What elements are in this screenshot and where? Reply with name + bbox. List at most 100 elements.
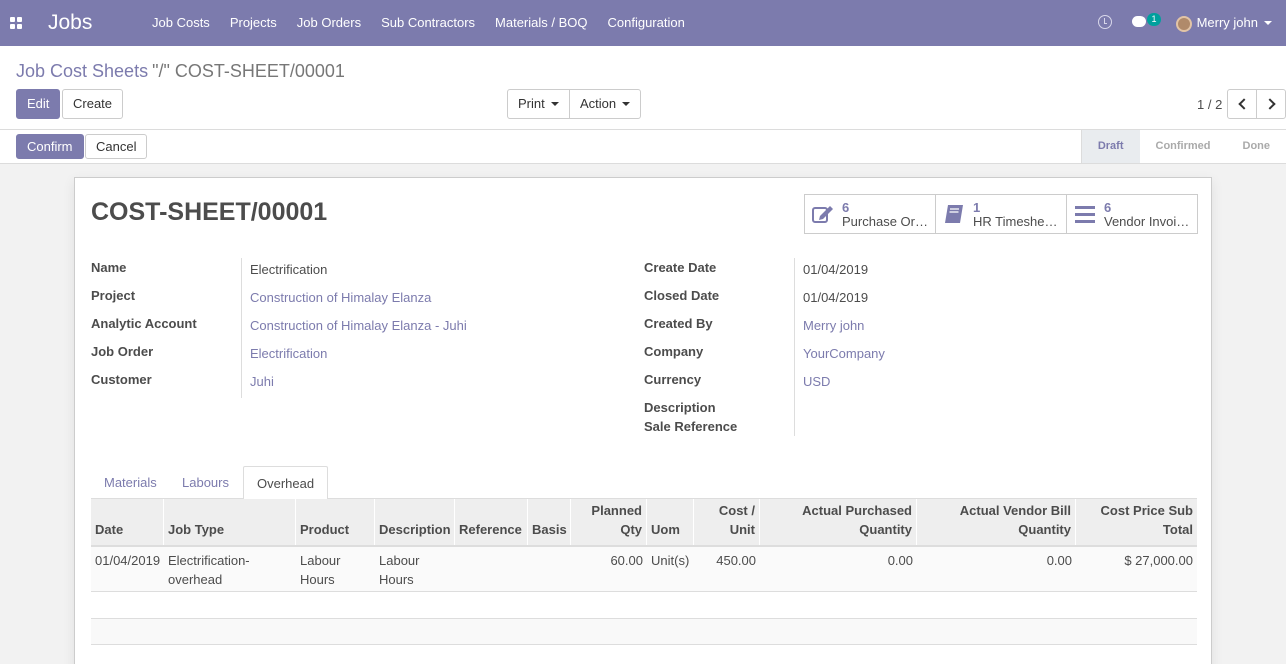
smart-button-label: Purchase Or…	[842, 214, 928, 229]
main-menu: Job Costs Projects Job Orders Sub Contra…	[142, 0, 695, 46]
print-label: Print	[518, 96, 545, 111]
book-icon	[945, 205, 963, 223]
tab-materials[interactable]: Materials	[91, 466, 170, 499]
top-navbar: Jobs Job Costs Projects Job Orders Sub C…	[0, 0, 1286, 46]
column-header-description[interactable]: Description	[375, 499, 455, 545]
cell-uom: Unit(s)	[651, 553, 690, 568]
created-by-label: Created By	[644, 316, 713, 331]
column-header-uom[interactable]: Uom	[647, 499, 694, 545]
user-name: Merry john	[1196, 15, 1258, 30]
confirm-button[interactable]: Confirm	[16, 134, 84, 159]
create-button[interactable]: Create	[62, 89, 124, 119]
column-header-actual-purchased-qty[interactable]: Actual Purchased Quantity	[760, 499, 917, 545]
job-order-link[interactable]: Electrification	[250, 346, 327, 361]
list-icon	[1075, 206, 1095, 223]
edit-button[interactable]: Edit	[16, 89, 61, 119]
pager-next-button[interactable]	[1256, 89, 1286, 119]
app-brand: Jobs	[48, 11, 93, 34]
breadcrumb: Job Cost Sheets "/" COST-SHEET/00001	[16, 61, 345, 82]
closed-date-value: 01/04/2019	[803, 290, 869, 305]
vendor-invoices-smart-button[interactable]: 6 Vendor Invoi…	[1067, 195, 1197, 233]
create-date-value: 01/04/2019	[803, 262, 869, 277]
tab-labours[interactable]: Labours	[169, 466, 242, 499]
created-by-link[interactable]: Merry john	[803, 318, 864, 333]
project-label: Project	[91, 288, 136, 303]
column-header-basis[interactable]: Basis	[528, 499, 571, 545]
cell-subtotal: $ 27,000.00	[1124, 553, 1193, 568]
caret-down-icon	[1264, 20, 1272, 25]
user-menu[interactable]: Merry john	[1175, 0, 1272, 46]
menu-item-configuration[interactable]: Configuration	[598, 0, 695, 46]
analytic-account-label: Analytic Account	[91, 316, 197, 331]
menu-item-job-orders[interactable]: Job Orders	[287, 0, 371, 46]
smart-button-count: 6	[842, 200, 850, 215]
stage-confirmed[interactable]: Confirmed	[1140, 130, 1227, 163]
company-link[interactable]: YourCompany	[803, 346, 885, 361]
table-header: Date Job Type Product Description Refere…	[91, 499, 1197, 547]
action-label: Action	[580, 96, 617, 111]
column-header-date[interactable]: Date	[91, 499, 164, 545]
chevron-right-icon	[1263, 98, 1276, 110]
currency-link[interactable]: USD	[803, 374, 830, 389]
status-stages: Draft Confirmed Done	[1080, 130, 1286, 163]
breadcrumb-parent[interactable]: Job Cost Sheets	[16, 61, 148, 81]
name-value: Electrification	[250, 262, 328, 277]
customer-link[interactable]: Juhi	[250, 374, 274, 389]
chat-count-badge: 1	[1147, 13, 1161, 26]
description-label: Description	[644, 400, 716, 415]
menu-item-sub-contractors[interactable]: Sub Contractors	[371, 0, 485, 46]
job-order-label: Job Order	[91, 344, 154, 359]
activity-clock-icon[interactable]	[1098, 15, 1112, 29]
stage-done[interactable]: Done	[1227, 130, 1286, 163]
column-header-planned-qty[interactable]: Planned Qty	[571, 499, 647, 545]
cell-cost-unit: 450.00	[716, 553, 756, 568]
edit-icon	[812, 206, 833, 223]
column-header-job-type[interactable]: Job Type	[164, 499, 296, 545]
action-dropdown-button[interactable]: Action	[569, 89, 641, 119]
menu-item-projects[interactable]: Projects	[220, 0, 287, 46]
sale-reference-label: Sale Reference	[644, 419, 738, 434]
tab-overhead[interactable]: Overhead	[243, 466, 329, 500]
closed-date-label: Closed Date	[644, 288, 720, 303]
left-group-divider	[241, 258, 242, 398]
apps-menu-icon[interactable]	[10, 17, 22, 29]
menu-item-job-costs[interactable]: Job Costs	[142, 0, 220, 46]
caret-down-icon	[622, 101, 631, 106]
table-row[interactable]: 01/04/2019 Electrification-overhead Labo…	[91, 547, 1197, 592]
column-header-product[interactable]: Product	[296, 499, 375, 545]
cell-actual-vendor-bill-qty: 0.00	[1046, 553, 1072, 568]
form-sheet: COST-SHEET/00001 6 Purchase Or… 1 HR Tim…	[74, 177, 1212, 664]
hr-timesheets-smart-button[interactable]: 1 HR Timeshe…	[936, 195, 1067, 233]
menu-item-materials-boq[interactable]: Materials / BOQ	[485, 0, 597, 46]
project-link[interactable]: Construction of Himalay Elanza	[250, 290, 431, 305]
cell-actual-purchased-qty: 0.00	[887, 553, 913, 568]
pager-previous-button[interactable]	[1227, 89, 1257, 119]
smart-button-label: HR Timeshe…	[973, 214, 1058, 229]
caret-down-icon	[550, 101, 559, 106]
column-header-reference[interactable]: Reference	[455, 499, 528, 545]
analytic-account-link[interactable]: Construction of Himalay Elanza - Juhi	[250, 318, 467, 333]
empty-table-row	[91, 593, 1197, 619]
print-dropdown-button[interactable]: Print	[507, 89, 570, 119]
sheet-title: COST-SHEET/00001	[91, 198, 328, 226]
control-panel: Job Cost Sheets "/" COST-SHEET/00001 Edit…	[0, 46, 1286, 130]
cell-planned-qty: 60.00	[610, 553, 643, 568]
stage-draft[interactable]: Draft	[1080, 130, 1140, 163]
column-header-cost-price-subtotal[interactable]: Cost Price Sub Total	[1076, 499, 1197, 545]
cancel-button[interactable]: Cancel	[85, 134, 148, 159]
chevron-left-icon	[1237, 98, 1250, 110]
cell-job-type: Electrification-overhead	[168, 553, 250, 587]
breadcrumb-current: "/" COST-SHEET/00001	[152, 61, 345, 81]
pager-value[interactable]: 1 / 2	[1197, 97, 1222, 112]
column-header-actual-vendor-bill-qty[interactable]: Actual Vendor Bill Quantity	[917, 499, 1076, 545]
chat-icon[interactable]	[1132, 16, 1146, 27]
column-header-cost-unit[interactable]: Cost / Unit	[694, 499, 760, 545]
cell-description: Labour Hours	[379, 553, 420, 587]
empty-table-row	[91, 619, 1197, 645]
purchase-orders-smart-button[interactable]: 6 Purchase Or…	[805, 195, 936, 233]
smart-button-count: 6	[1104, 200, 1112, 215]
name-label: Name	[91, 260, 127, 275]
cell-date: 01/04/2019	[95, 553, 161, 568]
customer-label: Customer	[91, 372, 152, 387]
smart-buttons: 6 Purchase Or… 1 HR Timeshe… 6 Vendor In…	[804, 194, 1198, 234]
